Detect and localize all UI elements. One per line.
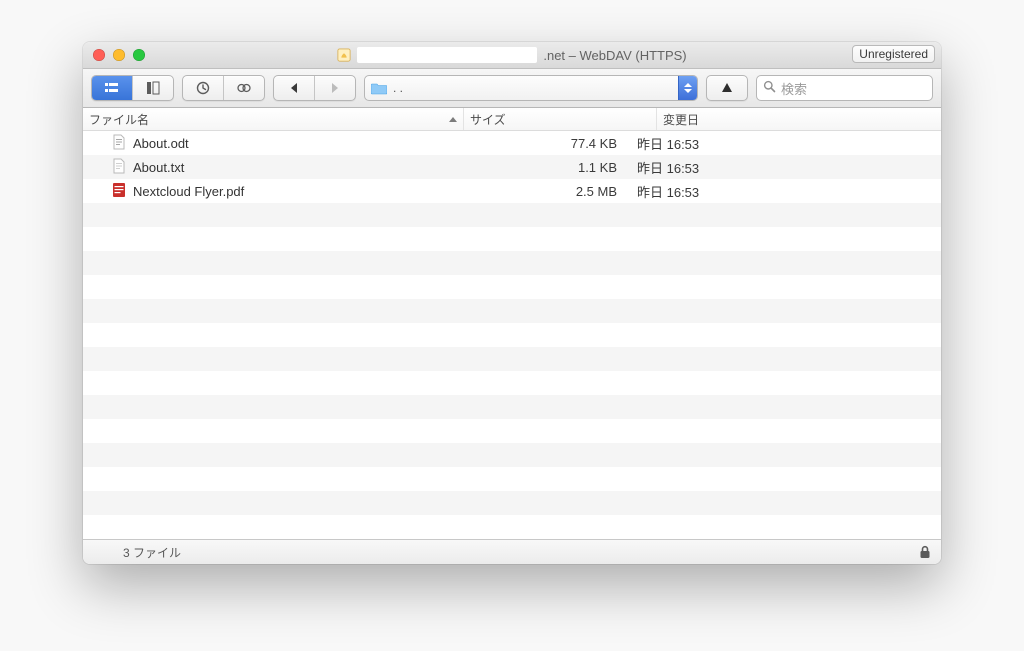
- folder-icon: [371, 82, 387, 95]
- titlebar[interactable]: .net – WebDAV (HTTPS) Unregistered: [83, 42, 941, 69]
- file-modified: 昨日 16:53: [631, 158, 941, 177]
- column-header-name[interactable]: ファイル名: [83, 108, 464, 130]
- chevron-up-icon: [684, 83, 692, 87]
- close-button[interactable]: [93, 49, 105, 61]
- file-browser-window: .net – WebDAV (HTTPS) Unregistered: [83, 42, 941, 564]
- minimize-button[interactable]: [113, 49, 125, 61]
- fullscreen-button[interactable]: [133, 49, 145, 61]
- column-header-row: ファイル名 サイズ 変更日: [83, 108, 941, 131]
- file-list[interactable]: About.odt77.4 KB昨日 16:53About.txt1.1 KB昨…: [83, 131, 941, 539]
- title-redacted: [357, 47, 537, 63]
- utility-group: [182, 75, 265, 101]
- file-row[interactable]: Nextcloud Flyer.pdf 2.5 MB昨日 16:53: [83, 179, 941, 203]
- status-bar: 3 ファイル: [83, 539, 941, 564]
- view-mode-group: [91, 75, 174, 101]
- column-header-modified[interactable]: 変更日: [657, 108, 941, 130]
- file-size: 77.4 KB: [451, 136, 631, 151]
- unregistered-button[interactable]: Unregistered: [852, 45, 935, 63]
- status-count: 3 ファイル: [123, 544, 181, 561]
- history-button[interactable]: [183, 76, 224, 100]
- file-row[interactable]: About.txt 1.1 KB昨日 16:53: [83, 155, 941, 179]
- file-modified: 昨日 16:53: [631, 134, 941, 153]
- back-button[interactable]: [274, 76, 315, 100]
- column-header-size-label: サイズ: [470, 111, 506, 128]
- lock-icon: [919, 545, 931, 559]
- column-header-name-label: ファイル名: [89, 111, 149, 128]
- file-modified: 昨日 16:53: [631, 182, 941, 201]
- file-icon: [111, 158, 127, 177]
- search-icon: [763, 80, 776, 96]
- file-size: 1.1 KB: [451, 160, 631, 175]
- window-controls: [83, 49, 145, 61]
- empty-area: [83, 203, 941, 539]
- column-header-size[interactable]: サイズ: [464, 108, 657, 130]
- file-icon: [111, 134, 127, 153]
- path-selector[interactable]: . .: [364, 75, 698, 101]
- up-directory-button[interactable]: [706, 75, 748, 101]
- file-row[interactable]: About.odt 77.4 KB昨日 16:53: [83, 131, 941, 155]
- column-header-modified-label: 変更日: [663, 111, 699, 128]
- file-name: About.odt: [133, 136, 189, 151]
- file-name: About.txt: [133, 160, 184, 175]
- window-title-suffix: .net – WebDAV (HTTPS): [543, 48, 686, 63]
- view-list-button[interactable]: [92, 76, 133, 100]
- forward-button[interactable]: [315, 76, 355, 100]
- chevron-down-icon: [684, 89, 692, 93]
- path-stepper[interactable]: [678, 76, 697, 100]
- view-column-button[interactable]: [133, 76, 173, 100]
- file-name: Nextcloud Flyer.pdf: [133, 184, 244, 199]
- title-area: .net – WebDAV (HTTPS): [83, 47, 941, 63]
- nav-group: [273, 75, 356, 101]
- toolbar: . . 検索: [83, 69, 941, 108]
- sync-button[interactable]: [224, 76, 264, 100]
- app-icon: [337, 48, 351, 62]
- file-icon: [111, 182, 127, 201]
- path-text: . .: [387, 81, 678, 95]
- search-placeholder: 検索: [781, 79, 807, 98]
- file-size: 2.5 MB: [451, 184, 631, 199]
- sort-ascending-icon: [449, 117, 457, 122]
- search-input[interactable]: 検索: [756, 75, 933, 101]
